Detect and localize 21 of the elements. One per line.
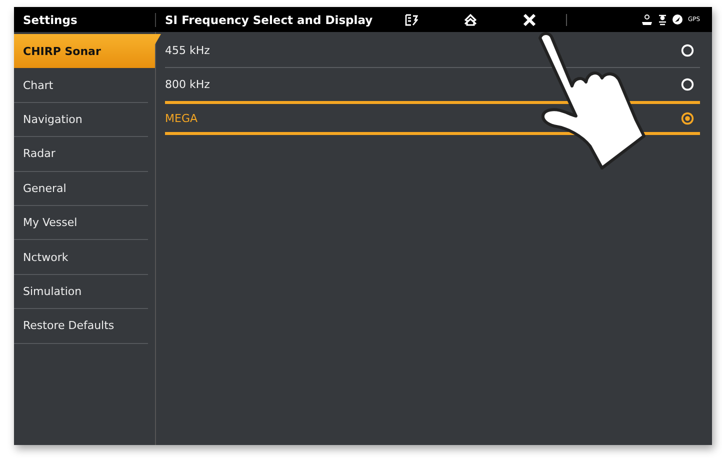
sidebar-item[interactable]: Restore Defaults xyxy=(14,309,148,344)
radio-button[interactable] xyxy=(681,112,694,124)
sidebar-item[interactable]: Navigation xyxy=(14,102,148,138)
sidebar-item[interactable]: Nctwork xyxy=(14,240,148,275)
boat-icon xyxy=(641,14,653,26)
sidebar-item[interactable]: CHIRP Sonar xyxy=(14,34,161,68)
compass-icon xyxy=(672,14,683,25)
option-label: MEGA xyxy=(165,112,198,124)
settings-title: Settings xyxy=(14,12,156,26)
sidebar-item[interactable]: Chart xyxy=(14,68,148,103)
close-icon[interactable] xyxy=(523,14,536,26)
sidebar-item[interactable]: Radar xyxy=(14,137,148,172)
sidebar-item[interactable]: General xyxy=(14,172,148,206)
home-icon[interactable] xyxy=(464,14,477,26)
sidebar-item[interactable]: Simulation xyxy=(14,274,148,310)
option-label: 455 kHz xyxy=(165,44,210,57)
option-label: 800 kHz xyxy=(165,78,210,91)
sonar-icon xyxy=(658,13,667,26)
page-switch-icon[interactable] xyxy=(405,14,418,26)
sidebar-item[interactable]: My Vessel xyxy=(14,206,148,240)
page-title: SI Frequency Select and Display xyxy=(164,12,374,26)
